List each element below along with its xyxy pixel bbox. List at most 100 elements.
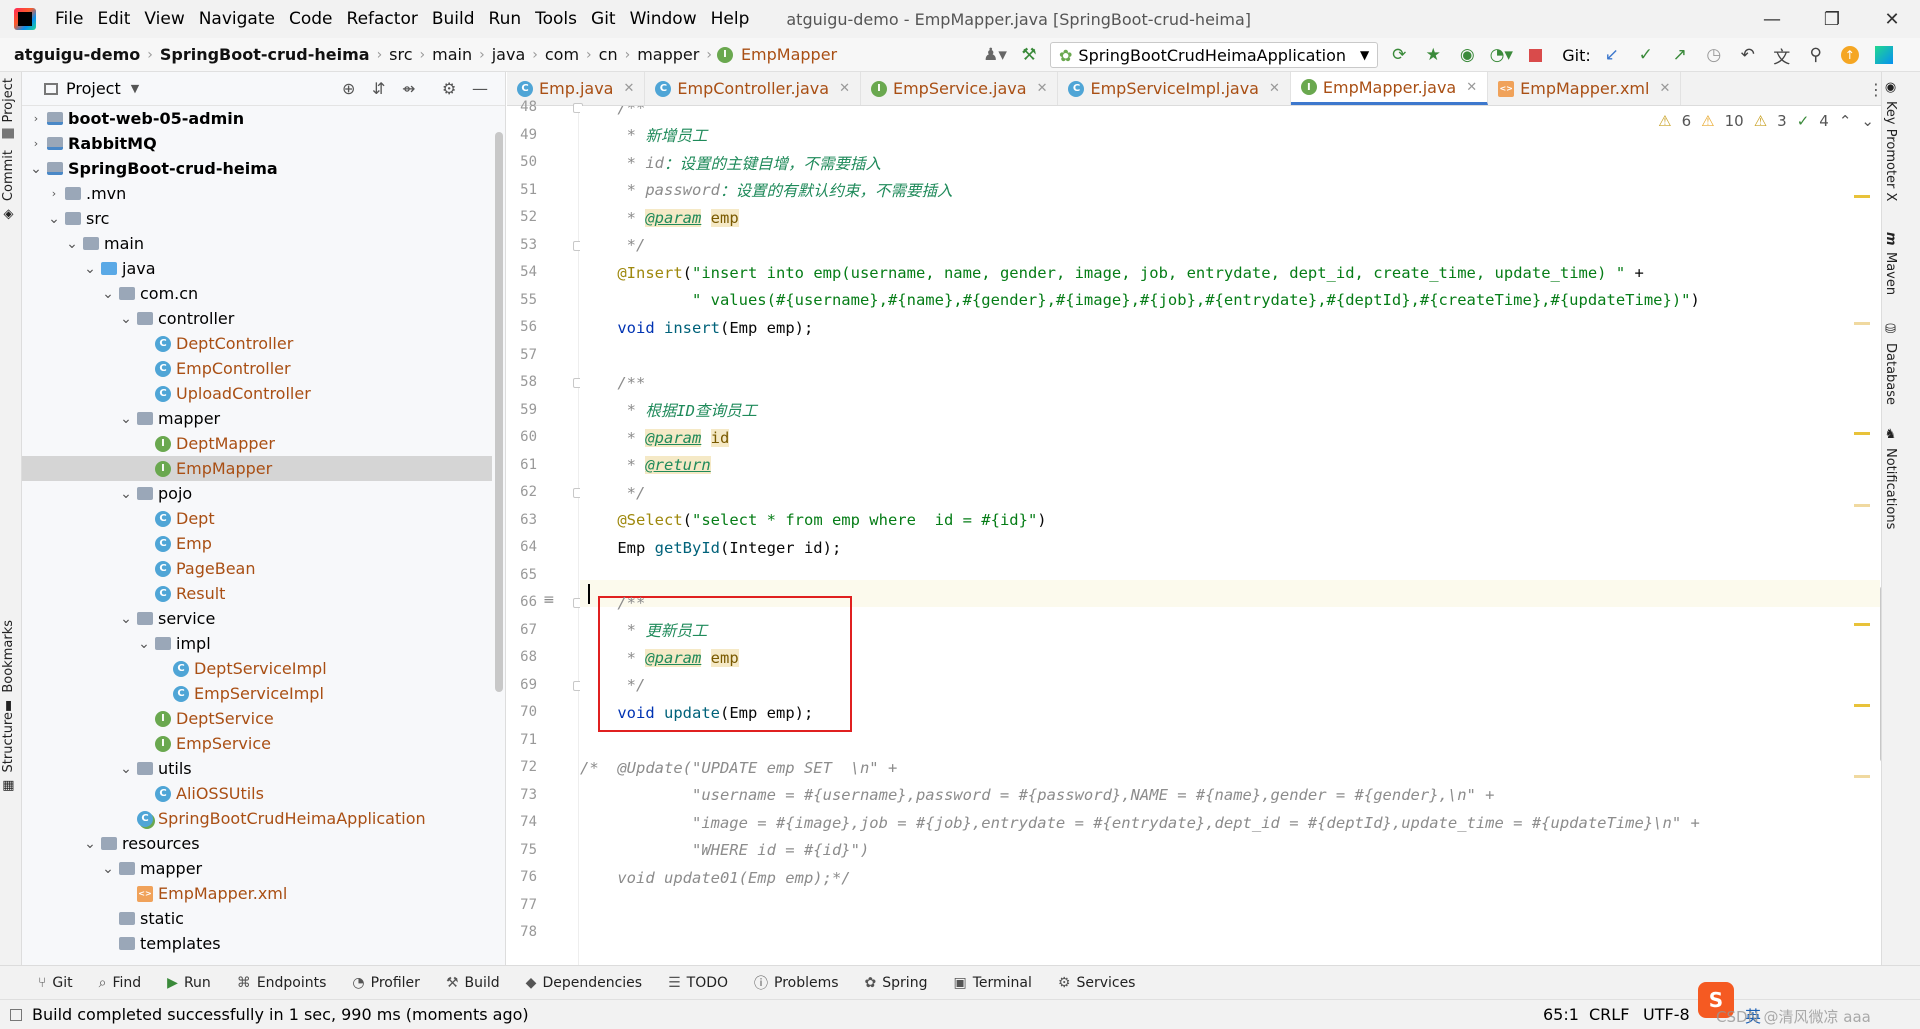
translate-icon[interactable]: 文 xyxy=(1769,42,1795,68)
tree-item[interactable]: C Emp xyxy=(22,531,492,556)
chevron-down-icon[interactable]: ⌄ xyxy=(118,611,134,627)
breadcrumb-item[interactable]: com xyxy=(541,45,583,64)
status-message[interactable]: Build completed successfully in 1 sec, 9… xyxy=(32,1005,529,1024)
tree-item[interactable]: I DeptMapper xyxy=(22,431,492,456)
tool-tab-todo[interactable]: ☰ TODO xyxy=(668,975,728,991)
notifications-tab[interactable]: ♞ Notifications xyxy=(1883,427,1898,529)
tree-item[interactable]: ⌄ com.cn xyxy=(22,281,492,306)
chevron-down-icon[interactable]: ⌄ xyxy=(118,761,134,777)
breadcrumb-item[interactable]: atguigu-demo xyxy=(10,45,144,64)
git-update-icon[interactable]: ↙ xyxy=(1599,42,1625,68)
tab-empmapper-java[interactable]: I EmpMapper.java ✕ xyxy=(1290,72,1489,105)
menu-tools[interactable]: Tools xyxy=(528,9,584,29)
git-push-icon[interactable]: ↗ xyxy=(1667,42,1693,68)
run-configuration-select[interactable]: ✿ SpringBootCrudHeimaApplication ▼ xyxy=(1050,42,1379,68)
tree-item[interactable]: ⌄ src xyxy=(22,206,492,231)
tool-tab-problems[interactable]: ⓘ Problems xyxy=(754,973,839,993)
hammer-icon[interactable]: ⚒ xyxy=(1016,42,1042,68)
close-tab-icon[interactable]: ✕ xyxy=(1659,81,1670,96)
chevron-down-icon[interactable]: ⌄ xyxy=(28,161,44,177)
structure-tool-tab[interactable]: ▦ Structure xyxy=(1,712,16,793)
tool-tab-run[interactable]: ▶ Run xyxy=(167,975,211,991)
error-stripe-mark[interactable] xyxy=(1854,432,1870,435)
inspection-widget[interactable]: ⚠ 6 ⚠ 10 ⚠ 3 ✓ 4 ⌃ ⌄ xyxy=(1658,112,1874,130)
breadcrumb-item[interactable]: EmpMapper xyxy=(737,45,841,64)
tree-item[interactable]: C SpringBootCrudHeimaApplication xyxy=(22,806,492,831)
project-tool-tab[interactable]: Project xyxy=(1,78,16,139)
tree-item[interactable]: templates xyxy=(22,931,492,956)
gear-icon[interactable]: ⚙ xyxy=(442,79,456,98)
stop-icon[interactable] xyxy=(1522,42,1548,68)
tool-tab-dependencies[interactable]: ◆ Dependencies xyxy=(526,975,642,991)
tree-item[interactable]: C Result xyxy=(22,581,492,606)
search-icon[interactable]: ⚲ xyxy=(1803,42,1829,68)
rerun-icon[interactable]: ⟳ xyxy=(1386,42,1412,68)
menu-run[interactable]: Run xyxy=(482,9,529,29)
close-tab-icon[interactable]: ✕ xyxy=(623,81,634,96)
collapse-all-icon[interactable]: ⇴ xyxy=(402,79,415,98)
tree-item[interactable]: C PageBean xyxy=(22,556,492,581)
tree-item[interactable]: ⌄ controller xyxy=(22,306,492,331)
doc-render-icon[interactable]: ≡ xyxy=(543,592,555,608)
error-stripe-mark[interactable] xyxy=(1854,504,1870,507)
key-promoter-tab[interactable]: ◉ Key Promoter X xyxy=(1883,80,1898,201)
tree-item[interactable]: C AliOSSUtils xyxy=(22,781,492,806)
project-panel-title[interactable]: Project xyxy=(66,79,121,98)
expand-all-icon[interactable]: ⇵ xyxy=(372,79,385,98)
line-separator[interactable]: CRLF xyxy=(1589,1005,1629,1024)
code-editor[interactable]: /** * 新增员工 * id ：设置的主键自增，不需要插入 * password… xyxy=(580,106,1880,965)
status-toggle-icon[interactable] xyxy=(10,1008,22,1021)
bookmarks-tool-tab[interactable]: ▮ Bookmarks xyxy=(1,620,16,714)
tree-item[interactable]: static xyxy=(22,906,492,931)
git-history-icon[interactable]: ◷ xyxy=(1701,42,1727,68)
tree-item[interactable]: C DeptServiceImpl xyxy=(22,656,492,681)
tool-tab-find[interactable]: ⌕ Find xyxy=(99,975,142,991)
debug-icon[interactable]: ★ xyxy=(1420,42,1446,68)
tool-tab-terminal[interactable]: ▣ Terminal xyxy=(953,975,1031,991)
tree-item[interactable]: ⌄ impl xyxy=(22,631,492,656)
menu-build[interactable]: Build xyxy=(425,9,482,29)
tool-tab-endpoints[interactable]: ⌘ Endpoints xyxy=(237,975,327,991)
close-tab-icon[interactable]: ✕ xyxy=(1037,81,1048,96)
error-stripe-mark[interactable] xyxy=(1854,322,1870,325)
file-encoding[interactable]: UTF-8 xyxy=(1643,1005,1690,1024)
tool-tab-profiler[interactable]: ◔ Profiler xyxy=(352,975,420,991)
tab-empservice-java[interactable]: I EmpService.java ✕ xyxy=(861,72,1059,105)
tree-item[interactable]: ⌄ service xyxy=(22,606,492,631)
breadcrumb-item[interactable]: cn xyxy=(595,45,622,64)
coverage-icon[interactable]: ◉ xyxy=(1454,42,1480,68)
tree-item[interactable]: › RabbitMQ xyxy=(22,131,492,156)
menu-edit[interactable]: Edit xyxy=(90,9,137,29)
hide-panel-icon[interactable]: — xyxy=(472,79,488,98)
breadcrumb-item[interactable]: main xyxy=(428,45,476,64)
breadcrumb-item[interactable]: src xyxy=(385,45,416,64)
tree-item[interactable]: C EmpController xyxy=(22,356,492,381)
locate-icon[interactable]: ⊕ xyxy=(342,79,355,98)
breadcrumb-item[interactable]: java xyxy=(488,45,530,64)
chevron-down-icon[interactable]: ▼ xyxy=(131,82,139,95)
chevron-down-icon[interactable]: ⌄ xyxy=(100,286,116,302)
chevron-up-icon[interactable]: ⌃ xyxy=(1839,112,1852,130)
chevron-down-icon[interactable]: ⌄ xyxy=(46,211,62,227)
tree-item[interactable]: ⌄ mapper xyxy=(22,856,492,881)
tree-item[interactable]: ⌄ utils xyxy=(22,756,492,781)
chevron-down-icon[interactable]: ⌄ xyxy=(118,411,134,427)
tool-tab-build[interactable]: ⚒ Build xyxy=(446,975,500,991)
minimize-icon[interactable]: — xyxy=(1744,0,1800,38)
chevron-right-icon[interactable]: › xyxy=(28,137,44,150)
tree-item[interactable]: I EmpService xyxy=(22,731,492,756)
tab-empserviceimpl-java[interactable]: C EmpServiceImpl.java ✕ xyxy=(1058,72,1291,105)
menu-navigate[interactable]: Navigate xyxy=(192,9,282,29)
chevron-down-icon[interactable]: ⌄ xyxy=(82,261,98,277)
git-commit-icon[interactable]: ✓ xyxy=(1633,42,1659,68)
chevron-down-icon[interactable]: ⌄ xyxy=(118,486,134,502)
tool-tab-git[interactable]: ⑂ Git xyxy=(38,975,73,991)
restore-icon[interactable]: ❐ xyxy=(1804,0,1860,38)
error-stripe-mark[interactable] xyxy=(1854,775,1870,778)
breadcrumb-item[interactable]: mapper xyxy=(633,45,703,64)
tree-item[interactable]: ⌄ SpringBoot-crud-heima xyxy=(22,156,492,181)
menu-window[interactable]: Window xyxy=(623,9,704,29)
chevron-down-icon[interactable]: ⌄ xyxy=(82,836,98,852)
error-stripe-mark[interactable] xyxy=(1854,704,1870,707)
profile-icon[interactable]: ◔▾ xyxy=(1488,42,1514,68)
